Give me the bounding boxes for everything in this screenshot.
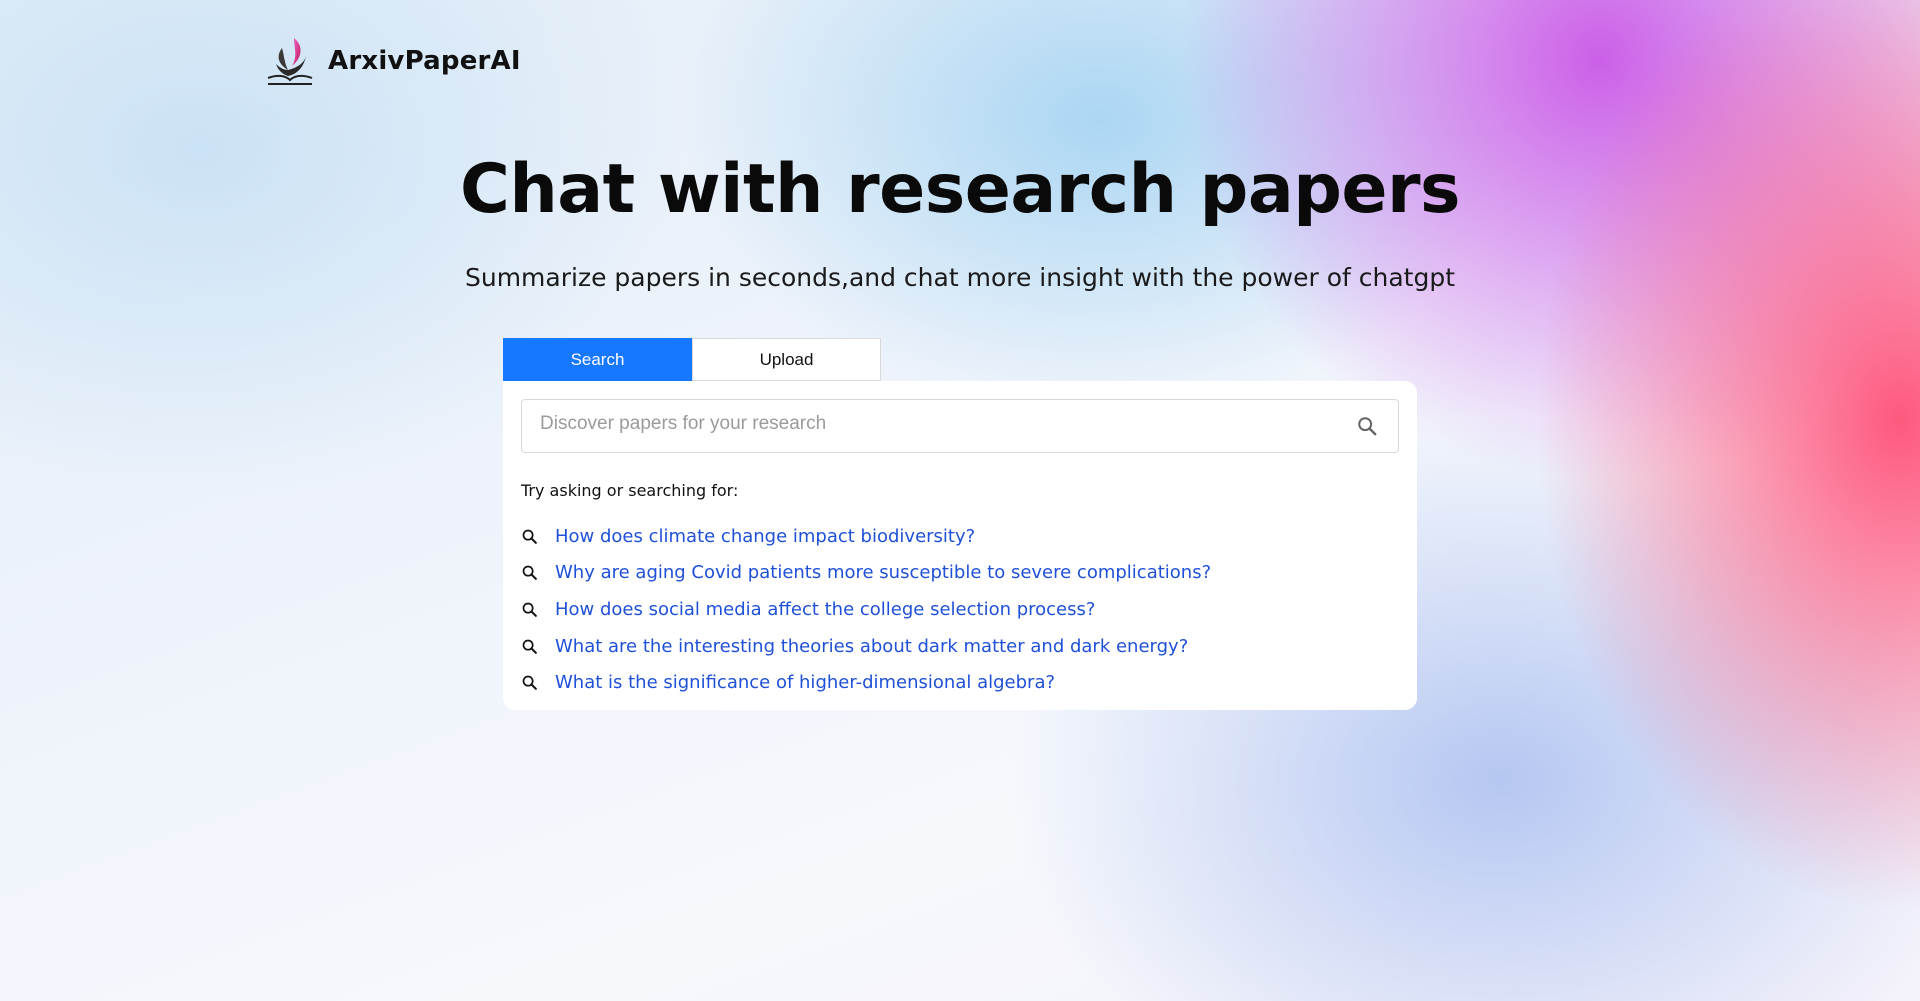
search-icon xyxy=(521,600,539,618)
page-title: Chat with research papers xyxy=(459,150,1461,229)
suggestion-list: How does climate change impact biodivers… xyxy=(521,518,1399,701)
search-input[interactable] xyxy=(540,413,1354,435)
flame-book-logo-icon xyxy=(267,38,313,85)
suggestion-item[interactable]: What are the interesting theories about … xyxy=(521,628,1399,665)
search-icon xyxy=(521,637,539,655)
tab-upload[interactable]: Upload xyxy=(692,338,881,381)
search-icon xyxy=(521,564,539,582)
search-icon xyxy=(521,527,539,545)
suggestion-item[interactable]: What is the significance of higher-dimen… xyxy=(521,664,1399,701)
brand-name: ArxivPaperAI xyxy=(328,46,521,76)
suggestions-label: Try asking or searching for: xyxy=(521,481,739,500)
search-icon xyxy=(521,674,539,692)
search-box xyxy=(521,399,1399,453)
suggestion-item[interactable]: How does climate change impact biodivers… xyxy=(521,518,1399,555)
search-card: Try asking or searching for: How does cl… xyxy=(503,381,1417,710)
page-subtitle: Summarize papers in seconds,and chat mor… xyxy=(464,263,1455,292)
suggestion-text: Why are aging Covid patients more suscep… xyxy=(555,562,1212,584)
suggestion-text: What is the significance of higher-dimen… xyxy=(555,672,1056,694)
brand-logo[interactable]: ArxivPaperAI xyxy=(264,34,521,88)
search-icon[interactable] xyxy=(1354,413,1380,439)
suggestion-item[interactable]: Why are aging Covid patients more suscep… xyxy=(521,555,1399,592)
suggestion-text: How does social media affect the college… xyxy=(555,598,1096,620)
suggestion-text: What are the interesting theories about … xyxy=(555,635,1189,657)
tab-search[interactable]: Search xyxy=(503,338,692,381)
mode-tabs: Search Upload xyxy=(503,338,881,381)
suggestion-text: How does climate change impact biodivers… xyxy=(555,525,976,547)
suggestion-item[interactable]: How does social media affect the college… xyxy=(521,591,1399,628)
